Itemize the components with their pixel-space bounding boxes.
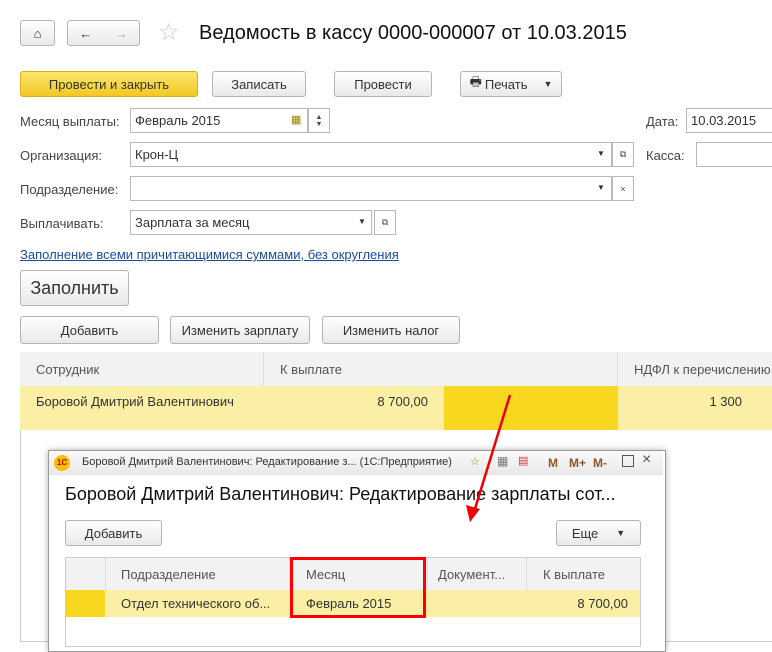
annotation-arrow [466,394,512,522]
